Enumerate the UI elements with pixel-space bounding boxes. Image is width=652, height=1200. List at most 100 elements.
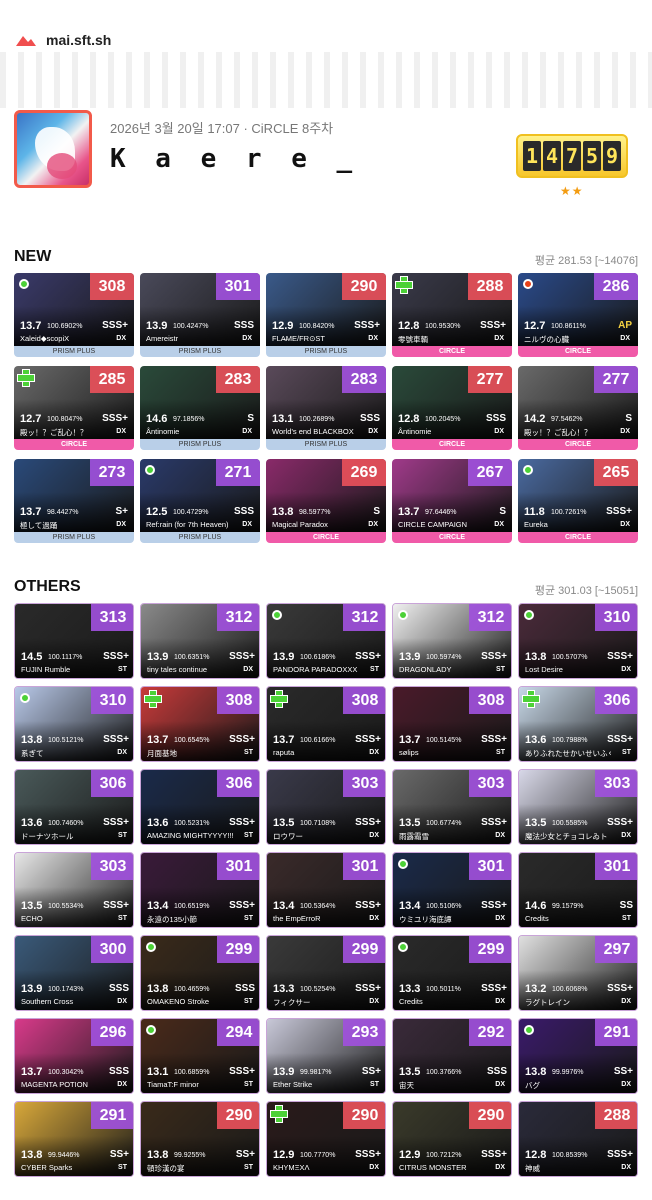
song-card[interactable]: 310 13.8 100.5121% SSS+ 系ぎて DX — [14, 686, 134, 762]
song-card[interactable]: 312 13.9 100.6351% SSS+ tiny tales continue D… — [140, 603, 260, 679]
song-card[interactable]: 269 13.8 98.5977% S Magical Paradox DX CIRCLE — [266, 459, 386, 543]
song-card[interactable]: 288 12.8 100.8539% SSS+ 神威 DX — [518, 1101, 638, 1177]
song-card[interactable]: 308 13.7 100.6545% SSS+ 月面基地 ST — [140, 686, 260, 762]
song-card[interactable]: 303 13.5 100.6774% SSS+ 雨露霜雪 DX — [392, 769, 512, 845]
song-card[interactable]: 299 13.8 100.4659% SSS OMAKENO Stroke ST — [140, 935, 260, 1011]
score-badge: 306 — [91, 770, 133, 797]
song-card[interactable]: 308 13.7 100.5145% SSS+ sølips ST — [392, 686, 512, 762]
song-card[interactable]: 301 13.4 100.6519% SSS+ 永遠の135小節 ST — [140, 852, 260, 928]
song-card[interactable]: 290 13.8 99.9255% SS+ 頓珍漢の宴 ST — [140, 1101, 260, 1177]
song-art: 273 13.7 98.4427% S+ 極して過踊 DX — [14, 459, 134, 532]
chart-level: 13.7 — [398, 506, 420, 518]
song-card[interactable]: 303 13.5 100.5534% SSS+ ECHO ST — [14, 852, 134, 928]
song-card[interactable]: 290 12.9 100.8420% SSS+ FLA̶ME/FR⊙ST DX PRISM … — [266, 273, 386, 357]
rank-label: SSS+ — [103, 900, 129, 911]
song-card[interactable]: 288 12.8 100.9530% SSS+ 零號車輌 DX CIRCLE — [392, 273, 512, 357]
song-title: 殿ッ！？ご乱心！？ — [524, 428, 592, 437]
achievement-percent: 100.1743% — [48, 986, 84, 993]
song-card[interactable]: 308 13.7 100.6166% SSS+ raputa DX — [266, 686, 386, 762]
chart-level: 12.9 — [273, 1149, 295, 1161]
full-combo-icon — [146, 1025, 156, 1035]
song-title: CYBER Sparks — [21, 1163, 73, 1172]
song-card[interactable]: 306 13.6 100.7460% SSS+ ドーナツホール ST — [14, 769, 134, 845]
score-badge: 291 — [91, 1102, 133, 1129]
song-card[interactable]: 303 13.5 100.5585% SSS+ 魔法少女とチョコレゐト DX — [518, 769, 638, 845]
song-art: 269 13.8 98.5977% S Magical Paradox DX — [266, 459, 386, 532]
song-card[interactable]: 283 14.6 97.1856% S Ântinomie DX PRISM PLUS — [140, 366, 260, 450]
song-card[interactable]: 303 13.5 100.7108% SSS+ ロウワー DX — [266, 769, 386, 845]
full-combo-plus-icon — [522, 690, 540, 708]
song-title: tiny tales continue — [147, 665, 208, 674]
song-art: 299 13.8 100.4659% SSS OMAKENO Stroke ST — [141, 936, 259, 1010]
song-card[interactable]: 294 13.1 100.6859% SSS+ TiamaT:F minor ST — [140, 1018, 260, 1094]
song-card[interactable]: 310 13.8 100.5707% SSS+ Lost Desire DX — [518, 603, 638, 679]
achievement-percent: 100.7770% — [300, 1152, 336, 1159]
song-card[interactable]: 293 13.9 99.9817% SS+ Ether Strike ST — [266, 1018, 386, 1094]
song-card[interactable]: 312 13.9 100.5974% SSS+ DRAGONLADY ST — [392, 603, 512, 679]
achievement-percent: 99.9255% — [174, 1152, 206, 1159]
song-card[interactable]: 297 13.2 100.6068% SSS+ ラグトレイン DX — [518, 935, 638, 1011]
chart-type: ST — [496, 666, 505, 673]
rank-label: SSS — [233, 506, 254, 517]
achievement-percent: 100.6351% — [174, 654, 210, 661]
score-badge: 288 — [468, 273, 512, 300]
song-card[interactable]: 313 14.5 100.1117% SSS+ FUJIN Rumble ST — [14, 603, 134, 679]
song-card[interactable]: 290 12.9 100.7770% SSS+ KHYMΞXΛ DX — [266, 1101, 386, 1177]
song-art: 303 13.5 100.5534% SSS+ ECHO ST — [15, 853, 133, 927]
score-badge: 269 — [342, 459, 386, 486]
song-card[interactable]: 306 13.6 100.7988% SSS+ ありふれたせかいせいふく ST — [518, 686, 638, 762]
song-card[interactable]: 306 13.6 100.5231% SSS+ AMAZING MIGHTYYYY!!!… — [140, 769, 260, 845]
song-card[interactable]: 299 13.3 100.5254% SSS+ フィクサー DX — [266, 935, 386, 1011]
song-card[interactable]: 277 12.8 100.2045% SSS Ântinomie DX CIRCLE — [392, 366, 512, 450]
song-card[interactable]: 286 12.7 100.8611% AP ニルヴの心臓 DX CIRCLE — [518, 273, 638, 357]
score-badge: 265 — [594, 459, 638, 486]
song-title: Southern Cross — [21, 997, 74, 1006]
site-name[interactable]: mai.sft.sh — [46, 32, 111, 48]
achievement-percent: 98.4427% — [47, 509, 79, 516]
chart-type: DX — [621, 998, 631, 1005]
song-card[interactable]: 277 14.2 97.5462% S 殿ッ！？ご乱心！？ DX CIRCLE — [518, 366, 638, 450]
song-card[interactable]: 301 14.6 99.1579% SS Credits ST — [518, 852, 638, 928]
song-card[interactable]: 301 13.4 100.5106% SSS+ ウミユリ海底譚 DX — [392, 852, 512, 928]
song-card[interactable]: 273 13.7 98.4427% S+ 極して過踊 DX PRISM PLUS — [14, 459, 134, 543]
song-card[interactable]: 291 13.8 99.9446% SS+ CYBER Sparks ST — [14, 1101, 134, 1177]
chart-level: 13.8 — [525, 651, 547, 663]
song-card[interactable]: 271 12.5 100.4729% SSS Ref:rain (for 7th Hea… — [140, 459, 260, 543]
chart-type: ST — [244, 832, 253, 839]
song-card[interactable]: 283 13.1 100.2689% SSS World's end BLACKBOX D… — [266, 366, 386, 450]
chart-level: 13.7 — [20, 320, 42, 332]
song-title: ロウワー — [273, 832, 303, 841]
song-title: 雨露霜雪 — [399, 832, 429, 841]
rank-label: SSS+ — [354, 320, 380, 331]
achievement-percent: 100.4247% — [173, 323, 209, 330]
song-card[interactable]: 301 13.4 100.5364% SSS+ the EmpErroR DX — [266, 852, 386, 928]
site-header[interactable]: mai.sft.sh — [14, 28, 111, 52]
song-card[interactable]: 267 13.7 97.6446% S CIRCLE CAMPAIGN DX CIRCLE — [392, 459, 512, 543]
chart-type: ST — [118, 666, 127, 673]
song-card[interactable]: 308 13.7 100.6902% SSS+ Xaleid◆scopiX DX PRISM… — [14, 273, 134, 357]
song-card[interactable]: 290 12.9 100.7212% SSS+ CITRUS MONSTER DX — [392, 1101, 512, 1177]
rank-label: SSS+ — [606, 506, 632, 517]
song-card[interactable]: 312 13.9 100.6186% SSS+ PANDORA PARADOXXX ST — [266, 603, 386, 679]
song-card[interactable]: 300 13.9 100.1743% SSS Southern Cross DX — [14, 935, 134, 1011]
chart-level: 13.7 — [273, 734, 295, 746]
song-art: 313 14.5 100.1117% SSS+ FUJIN Rumble ST — [15, 604, 133, 678]
song-card[interactable]: 285 12.7 100.8047% SSS+ 殿ッ！？ご乱心！？ DX CIRCLE — [14, 366, 134, 450]
rank-label: SSS+ — [355, 983, 381, 994]
song-card[interactable]: 299 13.3 100.5011% SSS+ Credits DX — [392, 935, 512, 1011]
song-card[interactable]: 265 11.8 100.7261% SSS+ Eureka DX CIRCLE — [518, 459, 638, 543]
song-art: 288 12.8 100.9530% SSS+ 零號車輌 DX — [392, 273, 512, 346]
song-card[interactable]: 291 13.8 99.9976% SS+ バグ DX — [518, 1018, 638, 1094]
score-badge: 303 — [595, 770, 637, 797]
chart-level: 13.2 — [525, 983, 547, 995]
song-art: 301 14.6 99.1579% SS Credits ST — [519, 853, 637, 927]
song-card[interactable]: 301 13.9 100.4247% SSS Amereistr DX PRISM PLUS — [140, 273, 260, 357]
rank-label: S — [499, 506, 506, 517]
rank-label: SS+ — [235, 1149, 255, 1160]
rank-label: SSS+ — [229, 1066, 255, 1077]
song-card[interactable]: 292 13.5 100.3766% SSS 宙天 DX — [392, 1018, 512, 1094]
score-badge: 306 — [595, 687, 637, 714]
song-card[interactable]: 296 13.7 100.3042% SSS MAGENTA POTION DX — [14, 1018, 134, 1094]
chart-type: DX — [621, 1164, 631, 1171]
song-art: 290 12.9 100.8420% SSS+ FLA̶ME/FR⊙ST DX — [266, 273, 386, 346]
